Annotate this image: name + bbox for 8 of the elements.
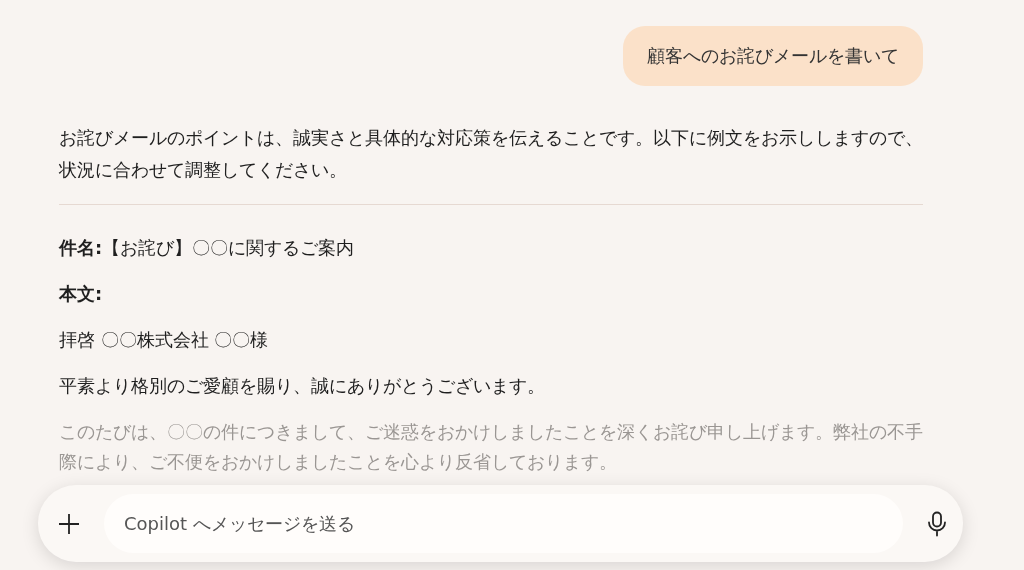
subject-line: 件名:【お詫び】〇〇に関するご案内 <box>59 236 356 260</box>
email-paragraph: 平素より格別のご愛顧を賜り、誠にありがとうございます。 <box>59 374 546 398</box>
user-message: 顧客へのお詫びメールを書いて <box>623 26 923 86</box>
email-paragraph: 拝啓 〇〇株式会社 〇〇様 <box>59 328 270 352</box>
email-paragraph: このたびは、〇〇の件につきまして、ご迷惑をおかけしましたことを深くお詫び申し上げます。弊社の不手際により、ご不便をおかけしましたことを心より反省しております。 <box>59 420 923 474</box>
section-label: 本文: <box>59 282 104 306</box>
message-input[interactable]: Copilot へメッセージを送る <box>104 494 903 553</box>
response-paragraph: お詫びメールのポイントは、誠実さと具体的な対応策を伝えることです。以下に例文をお示ししますので、状況に合わせて調整してください。 <box>59 126 923 182</box>
